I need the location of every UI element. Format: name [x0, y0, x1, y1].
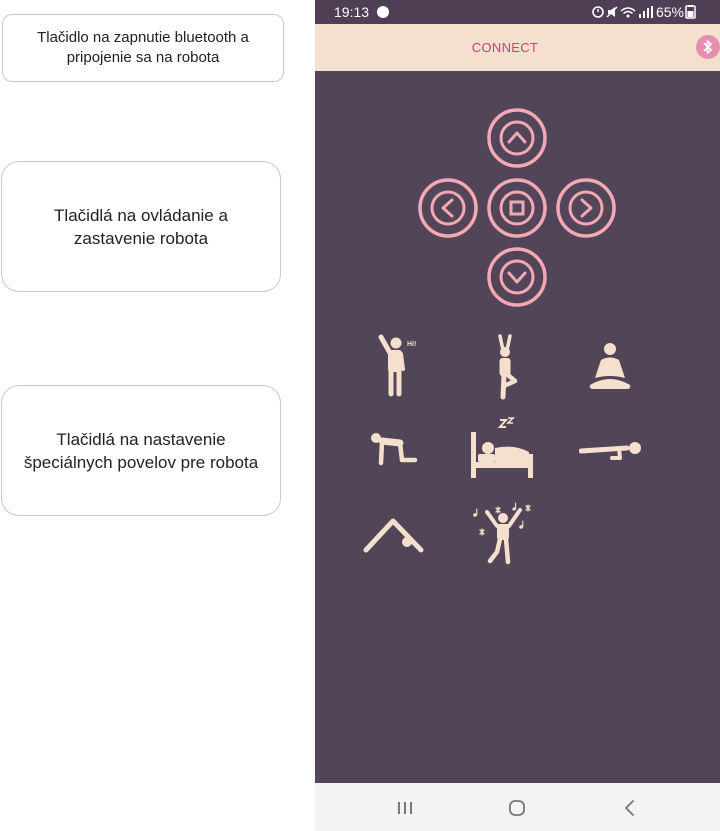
meditate-command-button[interactable] [587, 340, 633, 392]
dance-command-button[interactable] [471, 500, 535, 566]
crawl-command-button[interactable] [370, 430, 420, 466]
mute-icon [606, 6, 618, 18]
hello-command-button[interactable]: Hi! [372, 333, 422, 399]
down-button[interactable] [487, 247, 547, 307]
up-button[interactable] [487, 108, 547, 168]
messenger-icon [377, 6, 389, 18]
status-icons [592, 6, 653, 18]
phone-screen: 19:13 65% CONNECT Hi! [315, 0, 720, 831]
bend-down-command-button[interactable] [363, 514, 425, 554]
callout-connect: Tlačidlo na zapnutie bluetooth a pripoje… [2, 14, 284, 82]
back-icon[interactable] [618, 797, 642, 819]
status-bar: 19:13 65% [315, 0, 720, 24]
connect-button[interactable]: CONNECT [455, 36, 555, 60]
callout-control: Tlačidlá na ovládanie a zastavenie robot… [1, 161, 281, 292]
recents-icon[interactable] [393, 797, 417, 819]
status-time: 19:13 [334, 4, 370, 20]
wifi-icon [620, 7, 636, 18]
bluetooth-icon[interactable] [696, 35, 720, 59]
alarm-icon [592, 6, 604, 18]
hello-badge-text: Hi! [407, 341, 416, 348]
stop-button[interactable] [487, 178, 547, 238]
callout-special: Tlačidlá na nastavenie špeciálnych povel… [1, 385, 281, 516]
sleep-command-button[interactable] [469, 416, 535, 482]
navigation-bar [315, 783, 720, 831]
battery-percent: 65% [655, 4, 684, 20]
home-icon[interactable] [505, 797, 529, 819]
right-button[interactable] [556, 178, 616, 238]
left-button[interactable] [418, 178, 478, 238]
signal-icon [639, 6, 653, 18]
pushup-command-button[interactable] [579, 436, 643, 464]
battery-icon [685, 5, 696, 19]
app-bar: CONNECT [315, 24, 720, 71]
tree-pose-command-button[interactable] [485, 334, 525, 400]
